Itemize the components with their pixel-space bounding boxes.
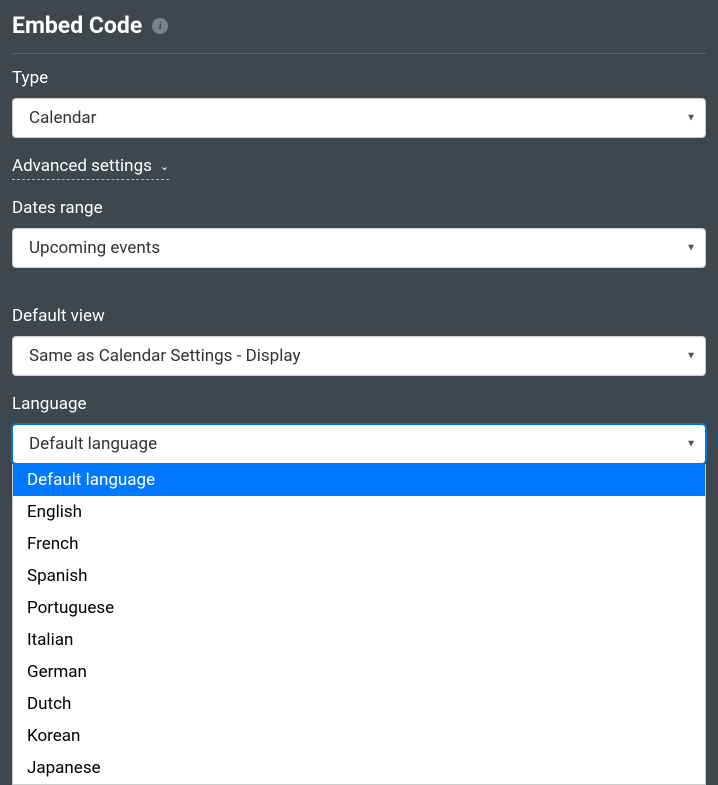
type-field-group: Type Calendar ▼ [12, 68, 706, 138]
language-option[interactable]: Japanese [13, 752, 705, 784]
language-option[interactable]: Dutch [13, 688, 705, 720]
header: Embed Code i [12, 12, 706, 54]
language-option[interactable]: Default language [13, 464, 705, 496]
advanced-settings-toggle[interactable]: Advanced settings ⌄ [12, 156, 169, 180]
info-icon[interactable]: i [152, 18, 168, 34]
language-option[interactable]: Italian [13, 624, 705, 656]
language-field-group: Language Default language ▼ Default lang… [12, 394, 706, 464]
language-option[interactable]: German [13, 656, 705, 688]
language-label: Language [12, 394, 706, 414]
chevron-down-icon: ⌄ [160, 160, 169, 173]
type-label: Type [12, 68, 706, 88]
dates-range-field-group: Dates range Upcoming events ▼ [12, 198, 706, 268]
default-view-label: Default view [12, 306, 706, 326]
default-view-select[interactable]: Same as Calendar Settings - Display [12, 336, 706, 376]
language-option[interactable]: English [13, 496, 705, 528]
advanced-settings-label: Advanced settings [12, 156, 152, 176]
dates-range-select[interactable]: Upcoming events [12, 228, 706, 268]
page-title: Embed Code [12, 12, 142, 39]
language-select[interactable]: Default language [12, 424, 706, 464]
language-option[interactable]: French [13, 528, 705, 560]
default-view-field-group: Default view Same as Calendar Settings -… [12, 306, 706, 376]
type-select[interactable]: Calendar [12, 98, 706, 138]
language-dropdown[interactable]: Default languageEnglishFrenchSpanishPort… [12, 464, 706, 785]
language-option[interactable]: Portuguese [13, 592, 705, 624]
language-option[interactable]: Korean [13, 720, 705, 752]
language-option[interactable]: Spanish [13, 560, 705, 592]
dates-range-label: Dates range [12, 198, 706, 218]
